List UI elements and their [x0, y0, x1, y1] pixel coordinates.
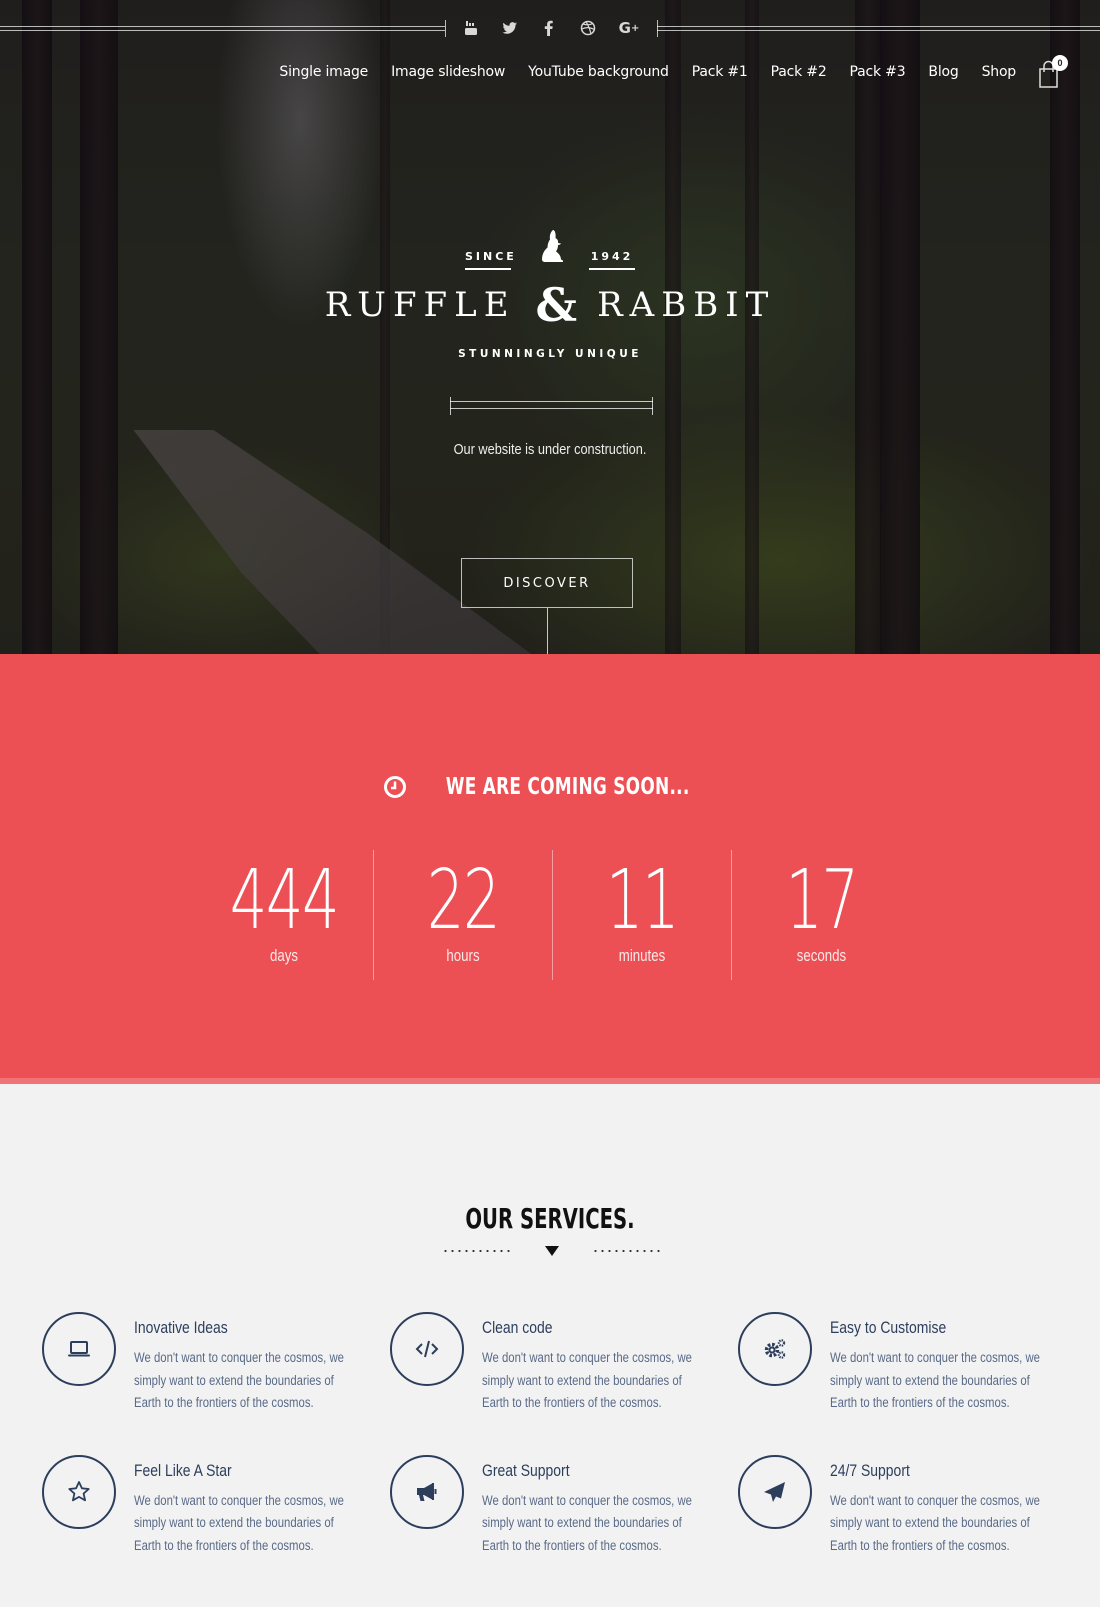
discover-button[interactable]: DISCOVER — [461, 558, 633, 608]
cart-button[interactable]: 0 — [1038, 55, 1068, 88]
service-title: Inovative Ideas — [134, 1318, 228, 1337]
countdown-title: WE ARE COMING SOON... — [446, 774, 690, 800]
brand-name-right: RABBIT — [597, 285, 776, 325]
top-divider-cap — [445, 20, 446, 37]
since-year: 1942 — [589, 250, 635, 270]
seconds-value: 17 — [785, 853, 859, 948]
nav-shop[interactable]: Shop — [982, 64, 1017, 80]
nav-blog[interactable]: Blog — [928, 64, 958, 80]
services-grid: Inovative Ideas We don't want to conquer… — [42, 1312, 1086, 1557]
dotted-line-right — [592, 1250, 662, 1252]
nav-pack-1[interactable]: Pack #1 — [692, 64, 748, 80]
service-item: Clean code We don't want to conquer the … — [390, 1312, 738, 1415]
seconds-label: seconds — [796, 946, 847, 965]
service-item: Feel Like A Star We don't want to conque… — [42, 1454, 390, 1558]
service-icon-circle — [738, 1454, 812, 1529]
rabbit-icon — [533, 229, 567, 270]
code-icon — [415, 1340, 439, 1358]
service-icon-circle — [42, 1312, 116, 1386]
nav-youtube-background[interactable]: YouTube background — [528, 64, 669, 80]
cart-count-badge: 0 — [1052, 55, 1068, 71]
twitter-icon[interactable] — [499, 17, 521, 39]
countdown-section: WE ARE COMING SOON... 444 days 22 hours … — [0, 654, 1100, 1084]
service-item: Inovative Ideas We don't want to conquer… — [42, 1312, 390, 1415]
top-divider-left — [0, 26, 445, 31]
service-title: Great Support — [482, 1460, 570, 1480]
discover-connector-line — [547, 608, 548, 654]
top-divider-cap — [657, 20, 658, 37]
service-icon-circle — [390, 1312, 464, 1386]
youtube-icon[interactable] — [460, 17, 482, 39]
service-description: We don't want to conquer the cosmos, we … — [482, 1492, 692, 1553]
service-description: We don't want to conquer the cosmos, we … — [830, 1492, 1040, 1553]
service-description: We don't want to conquer the cosmos, we … — [134, 1350, 344, 1410]
dribbble-icon[interactable] — [577, 17, 599, 39]
social-links: G + — [460, 17, 642, 39]
laptop-icon — [68, 1341, 90, 1357]
service-icon-circle — [738, 1312, 812, 1386]
brand-logo: SINCE 1942 RUFFLE & RABBIT STUNNINGLY UN… — [0, 229, 1100, 360]
service-icon-circle — [390, 1454, 464, 1529]
days-value: 444 — [229, 853, 340, 948]
service-description: We don't want to conquer the cosmos, we … — [482, 1350, 692, 1410]
services-separator — [442, 1244, 662, 1258]
service-item: 24/7 Support We don't want to conquer th… — [738, 1454, 1086, 1558]
hero-subtitle: Our website is under construction. — [453, 441, 647, 458]
brand-ampersand: & — [535, 278, 578, 332]
star-icon — [68, 1480, 90, 1501]
facebook-icon[interactable] — [538, 17, 560, 39]
clock-icon — [384, 776, 407, 798]
paper-plane-icon — [764, 1481, 785, 1502]
nav-single-image[interactable]: Single image — [279, 64, 368, 80]
service-title: Feel Like A Star — [134, 1460, 232, 1480]
arrow-down-icon — [545, 1246, 559, 1256]
since-label: SINCE — [465, 250, 514, 270]
countdown-timer: 444 days 22 hours 11 minutes 17 seconds — [195, 850, 911, 980]
google-plus-icon[interactable]: G + — [616, 17, 642, 39]
countdown-heading: WE ARE COMING SOON... — [0, 774, 1100, 800]
service-title: Clean code — [482, 1318, 553, 1337]
days-label: days — [269, 946, 299, 965]
hours-value: 22 — [426, 853, 501, 948]
service-title: Easy to Customise — [830, 1318, 947, 1337]
services-title: OUR SERVICES. — [465, 1202, 635, 1235]
brand-name-left: RUFFLE — [324, 285, 516, 325]
hours-label: hours — [446, 946, 480, 965]
brand-name: RUFFLE & RABBIT — [0, 278, 1100, 332]
nav-pack-3[interactable]: Pack #3 — [850, 64, 906, 80]
countdown-days: 444 days — [195, 850, 374, 980]
brand-tagline: STUNNINGLY UNIQUE — [458, 348, 642, 360]
countdown-hours: 22 hours — [374, 850, 553, 980]
nav-image-slideshow[interactable]: Image slideshow — [391, 64, 505, 80]
minutes-label: minutes — [618, 946, 666, 965]
service-title: 24/7 Support — [830, 1460, 910, 1480]
gears-icon — [764, 1339, 786, 1359]
service-icon-circle — [42, 1454, 116, 1529]
service-description: We don't want to conquer the cosmos, we … — [830, 1350, 1040, 1410]
main-nav: Single image Image slideshow YouTube bac… — [279, 64, 1016, 80]
service-item: Easy to Customise We don't want to conqu… — [738, 1312, 1086, 1415]
countdown-seconds: 17 seconds — [732, 850, 911, 980]
hero-divider — [450, 397, 653, 415]
service-item: Great Support We don't want to conquer t… — [390, 1454, 738, 1558]
minutes-value: 11 — [605, 853, 680, 948]
service-description: We don't want to conquer the cosmos, we … — [134, 1492, 344, 1553]
dotted-line-left — [442, 1250, 512, 1252]
megaphone-icon — [417, 1482, 437, 1501]
top-divider-right — [657, 26, 1100, 31]
countdown-minutes: 11 minutes — [553, 850, 732, 980]
services-section: OUR SERVICES. Inovative Ideas We don't w… — [0, 1084, 1100, 1607]
nav-pack-2[interactable]: Pack #2 — [771, 64, 827, 80]
hero-section: G + Single image Image slideshow YouTube … — [0, 0, 1100, 654]
